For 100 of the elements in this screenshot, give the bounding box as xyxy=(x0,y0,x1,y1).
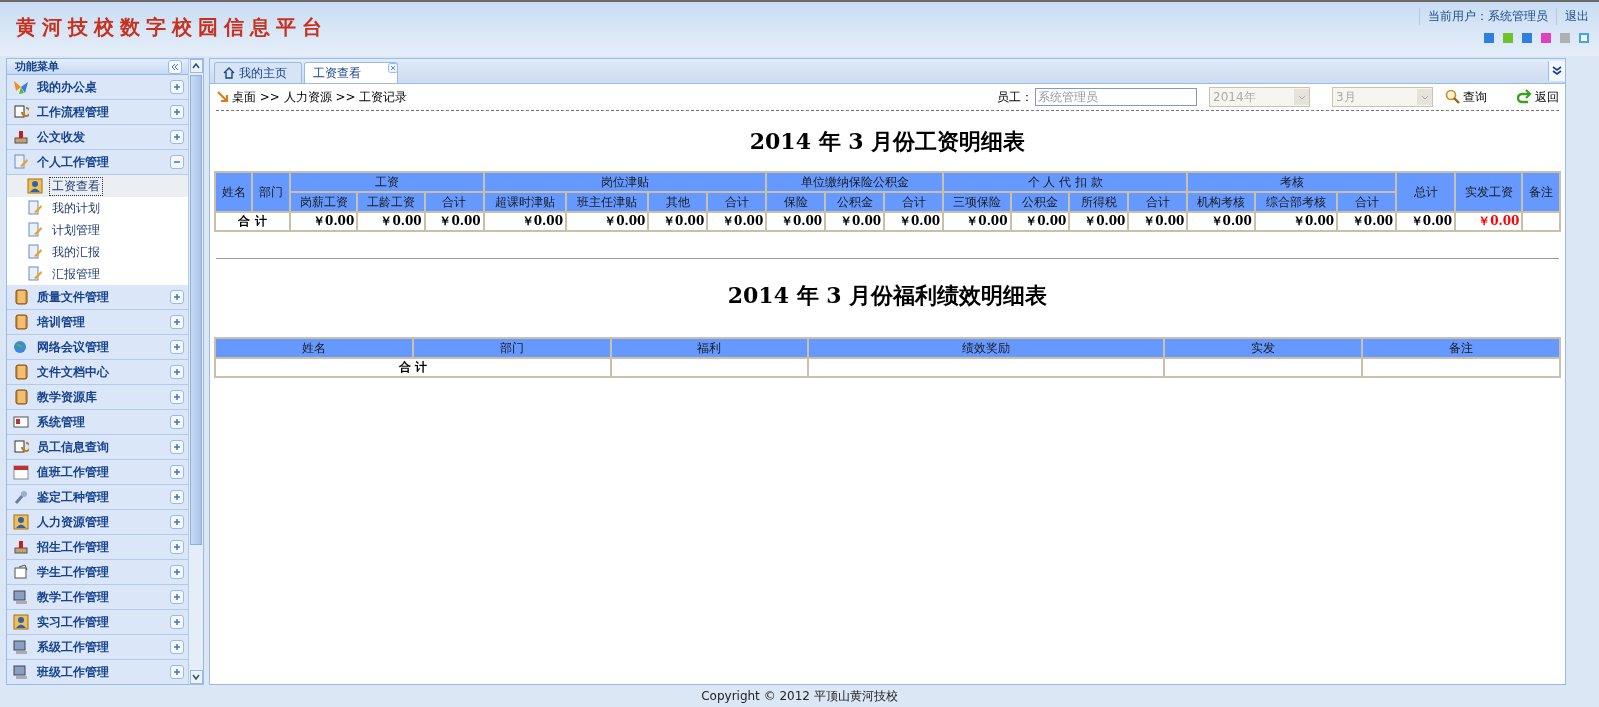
plus-icon xyxy=(173,133,181,141)
scroll-up-icon[interactable] xyxy=(192,63,200,69)
menu-item[interactable]: 我的办公桌 xyxy=(7,75,188,100)
menu-item[interactable]: 班级工作管理 xyxy=(7,660,188,684)
expand-button[interactable] xyxy=(170,640,184,654)
tab[interactable]: 工资查看 xyxy=(304,62,398,83)
expand-button[interactable] xyxy=(170,515,184,529)
caret-icon xyxy=(1297,94,1306,100)
collapse-sidebar-button[interactable] xyxy=(168,59,182,74)
theme-swatch[interactable] xyxy=(1541,33,1551,43)
menu-item[interactable]: 招生工作管理 xyxy=(7,535,188,560)
menu-item[interactable]: 公文收发 xyxy=(7,125,188,150)
table-cell: ￥0.00 xyxy=(1187,212,1255,231)
search-icon xyxy=(1445,89,1461,105)
computer-icon xyxy=(13,639,29,655)
menu-item[interactable]: 实习工作管理 xyxy=(7,610,188,635)
back-button[interactable]: 返回 xyxy=(1517,88,1559,106)
menu-item[interactable]: 员工信息查询 xyxy=(7,435,188,460)
table-cell: ￥0.00 xyxy=(1069,212,1129,231)
menu-item[interactable]: 学生工作管理 xyxy=(7,560,188,585)
plus-icon xyxy=(173,493,181,501)
sidebar-title: 功能菜单 xyxy=(15,59,59,74)
plus-icon xyxy=(173,418,181,426)
table-cell: ￥0.00 xyxy=(1010,212,1070,231)
computer-icon xyxy=(13,589,29,605)
table-cell: ￥0.00 xyxy=(648,212,708,231)
theme-swatch[interactable] xyxy=(1579,33,1589,43)
table-title: 2014 年 3 月份工资明细表 xyxy=(748,127,1027,156)
column-header: 工资 xyxy=(289,172,484,192)
table-cell: ￥0.00 xyxy=(357,212,425,231)
plus-icon xyxy=(173,393,181,401)
table-cell: ￥0.00 xyxy=(1254,212,1338,231)
note-pencil-icon xyxy=(27,244,43,260)
calendar-icon xyxy=(13,464,29,480)
theme-swatch[interactable] xyxy=(1522,33,1532,43)
menu-item[interactable]: 教学工作管理 xyxy=(7,585,188,610)
column-header: 绩效奖励 xyxy=(808,338,1165,358)
menu-item[interactable]: 教学资源库 xyxy=(7,385,188,410)
expand-button[interactable] xyxy=(170,415,184,429)
expand-button[interactable] xyxy=(170,565,184,579)
submenu-item[interactable]: 工资查看 xyxy=(7,175,188,197)
expand-button[interactable] xyxy=(170,490,184,504)
theme-swatch[interactable] xyxy=(1560,33,1570,43)
document-arrows-icon xyxy=(13,104,29,120)
search-button[interactable]: 查询 xyxy=(1445,88,1487,106)
menu-item[interactable]: 值班工作管理 xyxy=(7,460,188,485)
site-logo: 黄河技校数字校园信息平台 xyxy=(15,14,328,41)
tab[interactable]: 我的主页 xyxy=(214,62,302,83)
menu-item[interactable]: 人力资源管理 xyxy=(7,510,188,535)
expand-button[interactable] xyxy=(170,130,184,144)
scroll-down-icon[interactable] xyxy=(192,674,200,680)
expand-button[interactable] xyxy=(170,540,184,554)
expand-button[interactable] xyxy=(170,665,184,679)
table-title: 2014 年 3 月份福利绩效明细表 xyxy=(726,281,1049,310)
expand-button[interactable] xyxy=(170,315,184,329)
table-cell: ￥0.00 xyxy=(884,212,944,231)
theme-swatch[interactable] xyxy=(1484,33,1494,43)
expand-button[interactable] xyxy=(170,440,184,454)
plus-icon xyxy=(173,318,181,326)
menu-item[interactable]: 个人工作管理 xyxy=(7,150,188,175)
computer-icon xyxy=(13,664,29,680)
expand-button[interactable] xyxy=(170,105,184,119)
butterfly-icon xyxy=(13,79,29,95)
menu-item[interactable]: 系统管理 xyxy=(7,410,188,435)
menu-item[interactable]: 工作流程管理 xyxy=(7,100,188,125)
plus-icon xyxy=(173,293,181,301)
expand-button[interactable] xyxy=(170,390,184,404)
plus-icon xyxy=(173,618,181,626)
folder-icon xyxy=(13,289,29,305)
table-cell: ￥0.00 xyxy=(483,212,566,231)
user-icon xyxy=(27,178,43,194)
arrow-icon xyxy=(216,90,230,104)
expand-button[interactable] xyxy=(170,615,184,629)
menu-item[interactable]: 鉴定工种管理 xyxy=(7,485,188,510)
table-cell: ￥0.00 xyxy=(1396,212,1456,231)
column-header: 个 人 代 扣 款 xyxy=(943,172,1188,192)
expand-button[interactable] xyxy=(170,465,184,479)
expand-button[interactable] xyxy=(170,340,184,354)
collapse-button[interactable] xyxy=(170,155,184,169)
menu-item[interactable]: 质量文件管理 xyxy=(7,285,188,310)
menu-item[interactable]: 培训管理 xyxy=(7,310,188,335)
expand-button[interactable] xyxy=(170,290,184,304)
theme-swatch[interactable] xyxy=(1503,33,1513,43)
close-icon[interactable] xyxy=(388,63,398,73)
menu-item[interactable]: 网络会议管理 xyxy=(7,335,188,360)
logout-link[interactable]: 退出 xyxy=(1556,8,1589,25)
expand-button[interactable] xyxy=(170,80,184,94)
expand-button[interactable] xyxy=(170,365,184,379)
total-label: 合 计 xyxy=(215,212,290,231)
menu-item[interactable]: 系级工作管理 xyxy=(7,635,188,660)
note-pencil-icon xyxy=(27,266,43,282)
home-icon xyxy=(223,67,235,79)
breadcrumb: 桌面 >> 人力资源 >> 工资记录 xyxy=(232,88,408,106)
tray-icon xyxy=(13,129,29,145)
menu-item[interactable]: 文件文档中心 xyxy=(7,360,188,385)
user-icon xyxy=(13,514,29,530)
tab-list-button[interactable] xyxy=(1548,61,1565,81)
table-cell: ￥0.00 xyxy=(566,212,649,231)
expand-button[interactable] xyxy=(170,590,184,604)
plus-icon xyxy=(173,83,181,91)
